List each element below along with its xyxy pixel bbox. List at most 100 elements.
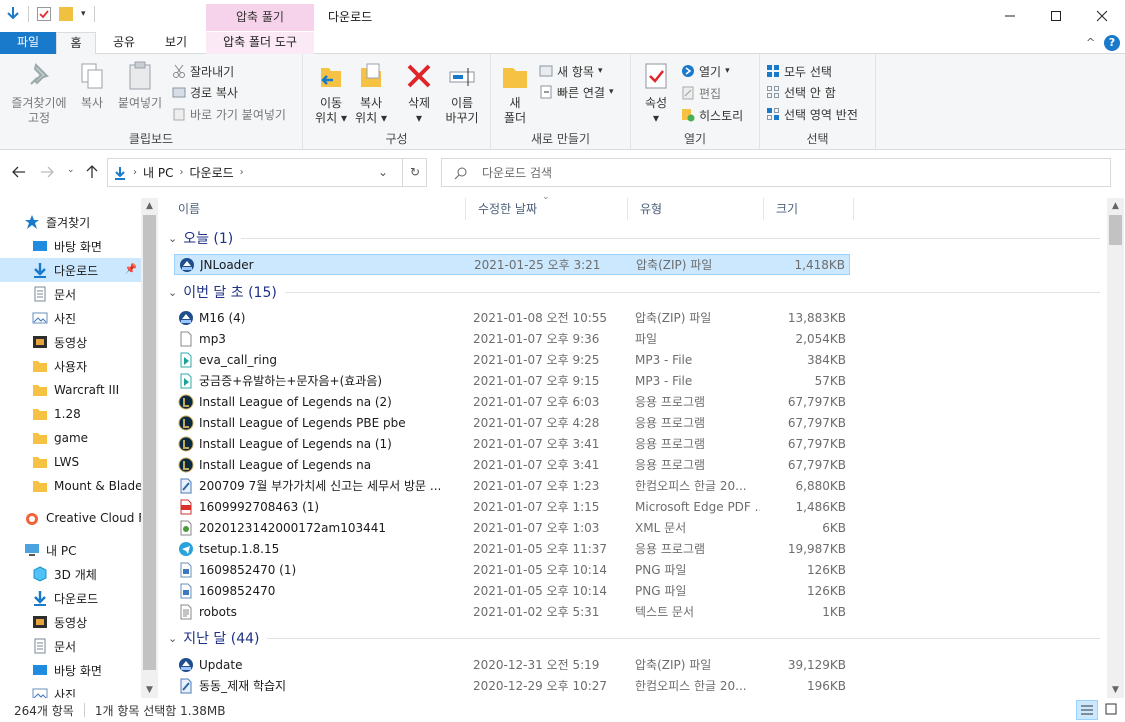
sidebar-item[interactable]: 문서 [32, 634, 158, 658]
file-row[interactable]: Install League of Legends na (1) 2021-01-… [174, 433, 850, 454]
new-folder-button[interactable]: 새 폴더 [497, 60, 533, 126]
file-list-scroll-thumb[interactable] [1109, 215, 1122, 245]
sidebar-item[interactable]: 동영상 [32, 610, 158, 634]
new-item-button[interactable]: 새 항목 ▾ [539, 61, 602, 81]
sidebar-this-pc[interactable]: 내 PC [24, 538, 158, 562]
file-row[interactable]: M16 (4) 2021-01-08 오전 10:55 압축(ZIP) 파일 13,8… [174, 307, 850, 328]
sidebar-item[interactable]: 다운로드 [32, 586, 158, 610]
file-row[interactable]: JNLoader 2021-01-25 오후 3:21 압축(ZIP) 파일 1,41… [174, 254, 850, 275]
breadcrumb-downloads[interactable]: 다운로드 [189, 164, 233, 181]
search-box[interactable]: 다운로드 검색 [441, 158, 1111, 187]
sidebar-item[interactable]: game [32, 426, 158, 450]
maximize-button[interactable] [1033, 0, 1079, 32]
sidebar-quick-access[interactable]: 즐겨찾기 [24, 210, 158, 234]
file-row[interactable]: 1609992708463 (1) 2021-01-07 오후 1:15 Micro… [174, 496, 850, 517]
close-button[interactable] [1079, 0, 1125, 32]
rename-button[interactable]: 이름 바꾸기 [441, 60, 483, 126]
tab-file[interactable]: 파일 [0, 32, 56, 54]
file-row[interactable]: Install League of Legends na (2) 2021-01-… [174, 391, 850, 412]
file-row[interactable]: mp3 2021-01-07 오후 9:36 파일 2,054KB [174, 328, 850, 349]
easy-access-button[interactable]: 빠른 연결 ▾ [539, 82, 614, 102]
file-row[interactable]: 궁금증+유발하는+문자음+(효과음) 2021-01-07 오후 9:15 MP3 … [174, 370, 850, 391]
copy-path-button[interactable]: 경로 복사 [172, 82, 238, 102]
sidebar-item[interactable]: 바탕 화면 [32, 658, 158, 682]
sidebar-item[interactable]: 사진 [32, 682, 158, 698]
file-row[interactable]: eva_call_ring 2021-01-07 오후 9:25 MP3 - Fil… [174, 349, 850, 370]
minimize-button[interactable] [987, 0, 1033, 32]
sidebar-item[interactable]: 문서📌 [32, 282, 158, 306]
sidebar-item[interactable]: 3D 개체 [32, 562, 158, 586]
sidebar-item[interactable]: LWS [32, 450, 158, 474]
customize-qat-icon[interactable]: ▾ [81, 9, 86, 19]
sidebar-scroll-thumb[interactable] [143, 215, 156, 670]
help-icon[interactable]: ? [1104, 35, 1120, 51]
history-button[interactable]: 히스토리 [681, 105, 743, 125]
sidebar-item[interactable]: 사진📌 [32, 306, 158, 330]
scroll-down-icon[interactable]: ▼ [1107, 682, 1124, 698]
open-button[interactable]: 열기 ▾ [681, 61, 730, 81]
up-arrow-icon[interactable] [86, 165, 98, 182]
tab-share[interactable]: 공유 [100, 32, 148, 54]
group-header[interactable]: ⌄ 지난 달 (44) [166, 628, 1102, 648]
edit-button[interactable]: 편집 [681, 83, 721, 103]
details-view-button[interactable] [1076, 700, 1098, 720]
file-row[interactable]: 200709 7월 부가가치세 신고는 세무서 방문 ... 2021-01-07… [174, 475, 850, 496]
move-to-button[interactable]: 이동 위치 ▾ [311, 60, 351, 126]
scroll-down-icon[interactable]: ▼ [141, 682, 158, 698]
delete-button[interactable]: 삭제 ▾ [399, 60, 439, 126]
down-arrow-icon[interactable] [6, 6, 20, 22]
file-list-scrollbar[interactable]: ▲ ▼ [1107, 198, 1124, 698]
sidebar-item[interactable]: Warcraft III📌 [32, 378, 158, 402]
sidebar-item[interactable]: 동영상📌 [32, 330, 158, 354]
column-type[interactable]: 유형 [628, 198, 764, 220]
file-row[interactable]: Install League of Legends na 2021-01-07 오… [174, 454, 850, 475]
new-folder-qat-icon[interactable] [59, 7, 73, 21]
tab-view[interactable]: 보기 [152, 32, 200, 54]
copy-button[interactable]: 복사 [72, 60, 112, 111]
sidebar-item[interactable]: 다운로드 📌 [0, 258, 141, 282]
copy-to-button[interactable]: 복사 위치 ▾ [351, 60, 391, 126]
address-bar[interactable]: › 내 PC › 다운로드 › ⌄ ↻ [107, 158, 427, 187]
scroll-up-icon[interactable]: ▲ [141, 198, 158, 214]
paste-button[interactable]: 붙여넣기 [114, 60, 166, 111]
pin-icon[interactable]: 📌 [125, 264, 137, 275]
file-row[interactable]: 1609852470 (1) 2021-01-05 오후 10:14 PNG 파일 1… [174, 559, 850, 580]
select-all-button[interactable]: 모두 선택 [766, 61, 832, 81]
recent-locations-icon[interactable]: ⌄ [67, 165, 75, 175]
file-row[interactable]: 1609852470 2021-01-05 오후 10:14 PNG 파일 126KB [174, 580, 850, 601]
tab-home[interactable]: 홈 [56, 32, 96, 55]
sidebar-item[interactable]: 바탕 화면📌 [32, 234, 158, 258]
file-row[interactable]: 동동_제재 학습지 2020-12-29 오후 10:27 한컴오피스 한글 20.… [174, 675, 850, 696]
group-header[interactable]: ⌄ 오늘 (1) [166, 228, 1102, 248]
forward-arrow-icon[interactable] [40, 166, 54, 181]
tab-compressed-folder-tools[interactable]: 압축 폴더 도구 [206, 32, 314, 54]
large-icons-view-button[interactable] [1101, 700, 1123, 720]
address-dropdown-icon[interactable]: ⌄ [378, 165, 388, 179]
select-none-button[interactable]: 선택 안 함 [766, 82, 836, 102]
group-header[interactable]: ⌄ 이번 달 초 (15) [166, 282, 1102, 302]
sidebar-creative-cloud[interactable]: Creative Cloud Fil [24, 506, 158, 530]
paste-shortcut-button[interactable]: 바로 가기 붙여넣기 [172, 104, 286, 124]
back-arrow-icon[interactable] [12, 166, 26, 181]
file-row[interactable]: robots 2021-01-02 오후 5:31 텍스트 문서 1KB [174, 601, 850, 622]
file-row[interactable]: Install League of Legends PBE pbe 2021-01… [174, 412, 850, 433]
column-name[interactable]: 이름 [166, 198, 466, 220]
sidebar-item[interactable]: Mount & Blade [32, 474, 158, 498]
file-row[interactable]: Update 2020-12-31 오전 5:19 압축(ZIP) 파일 39,129… [174, 654, 850, 675]
collapse-ribbon-icon[interactable]: ^ [1086, 36, 1095, 49]
refresh-button[interactable]: ↻ [402, 159, 427, 186]
properties-button[interactable]: 속성 ▾ [639, 60, 673, 126]
sidebar-item[interactable]: 1.28 [32, 402, 158, 426]
scroll-up-icon[interactable]: ▲ [1107, 198, 1124, 214]
breadcrumb-this-pc[interactable]: 내 PC [143, 164, 173, 181]
properties-check-icon[interactable] [37, 7, 51, 21]
file-row[interactable]: 2020123142000172am103441 2021-01-07 오후 1:… [174, 517, 850, 538]
delete-x-icon [403, 60, 435, 92]
invert-selection-button[interactable]: 선택 영역 반전 [766, 104, 858, 124]
column-size[interactable]: 크기 [764, 198, 854, 220]
file-row[interactable]: tsetup.1.8.15 2021-01-05 오후 11:37 응용 프로그램 1… [174, 538, 850, 559]
sidebar-item[interactable]: 사용자📌 [32, 354, 158, 378]
cut-button[interactable]: 잘라내기 [172, 61, 234, 81]
sidebar-scrollbar[interactable]: ▲ ▼ [141, 198, 158, 698]
pin-to-quick-access-button[interactable]: 즐겨찾기에 고정 [4, 60, 74, 126]
